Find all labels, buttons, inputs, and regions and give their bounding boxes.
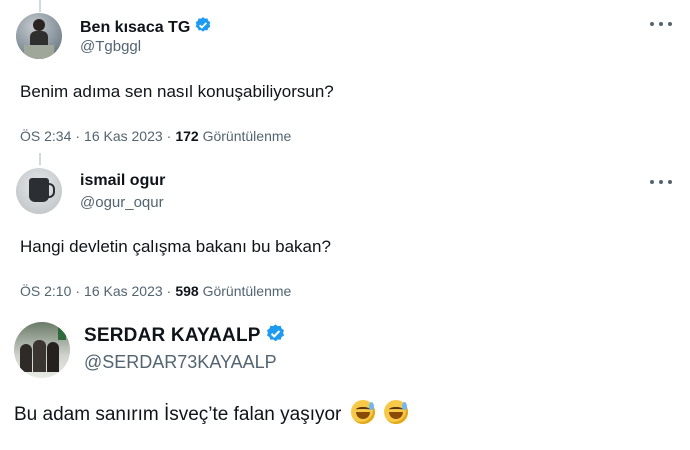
tweet-text-row: Bu adam sanırım İsveç’te falan yaşıyor xyxy=(14,400,408,426)
views-count: 598 xyxy=(175,283,199,299)
separator: · xyxy=(75,283,81,299)
grinning-sweat-emoji xyxy=(350,400,375,424)
grinning-sweat-emoji xyxy=(383,400,408,424)
views-count: 172 xyxy=(175,128,199,144)
avatar[interactable] xyxy=(16,13,62,59)
more-icon[interactable] xyxy=(650,177,672,187)
tweet-time[interactable]: ÖS 2:10 xyxy=(20,283,71,299)
thread-line xyxy=(39,153,41,165)
verified-badge-icon xyxy=(194,16,212,39)
verified-badge-icon xyxy=(265,323,286,349)
handle[interactable]: @ogur_oqur xyxy=(80,194,164,211)
avatar[interactable] xyxy=(14,322,70,378)
separator: · xyxy=(75,128,81,144)
avatar[interactable] xyxy=(16,168,62,214)
tweet-text: Bu adam sanırım İsveç’te falan yaşıyor xyxy=(14,404,342,425)
tweet-text: Hangi devletin çalışma bakanı bu bakan? xyxy=(20,237,331,256)
handle[interactable]: @SERDAR73KAYAALP xyxy=(84,352,277,373)
views-label: Görüntülenme xyxy=(202,128,292,144)
views-label: Görüntülenme xyxy=(202,283,292,299)
display-name[interactable]: SERDAR KAYAALP xyxy=(84,325,261,347)
handle[interactable]: @Tgbggl xyxy=(80,38,141,55)
thread-line xyxy=(39,0,41,12)
more-icon[interactable] xyxy=(650,19,672,29)
display-name[interactable]: ismail ogur xyxy=(80,172,165,190)
tweet-date[interactable]: 16 Kas 2023 xyxy=(84,283,163,299)
tweet-meta: ÖS 2:34 · 16 Kas 2023 · 172 Görüntülenme xyxy=(20,128,291,144)
display-name[interactable]: Ben kısaca TG xyxy=(80,19,190,37)
separator: · xyxy=(166,283,172,299)
tweet-meta: ÖS 2:10 · 16 Kas 2023 · 598 Görüntülenme xyxy=(20,283,291,299)
tweet-date[interactable]: 16 Kas 2023 xyxy=(84,128,163,144)
tweet-text: Benim adıma sen nasıl konuşabiliyorsun? xyxy=(20,82,334,101)
tweet-time[interactable]: ÖS 2:34 xyxy=(20,128,71,144)
separator: · xyxy=(166,128,172,144)
